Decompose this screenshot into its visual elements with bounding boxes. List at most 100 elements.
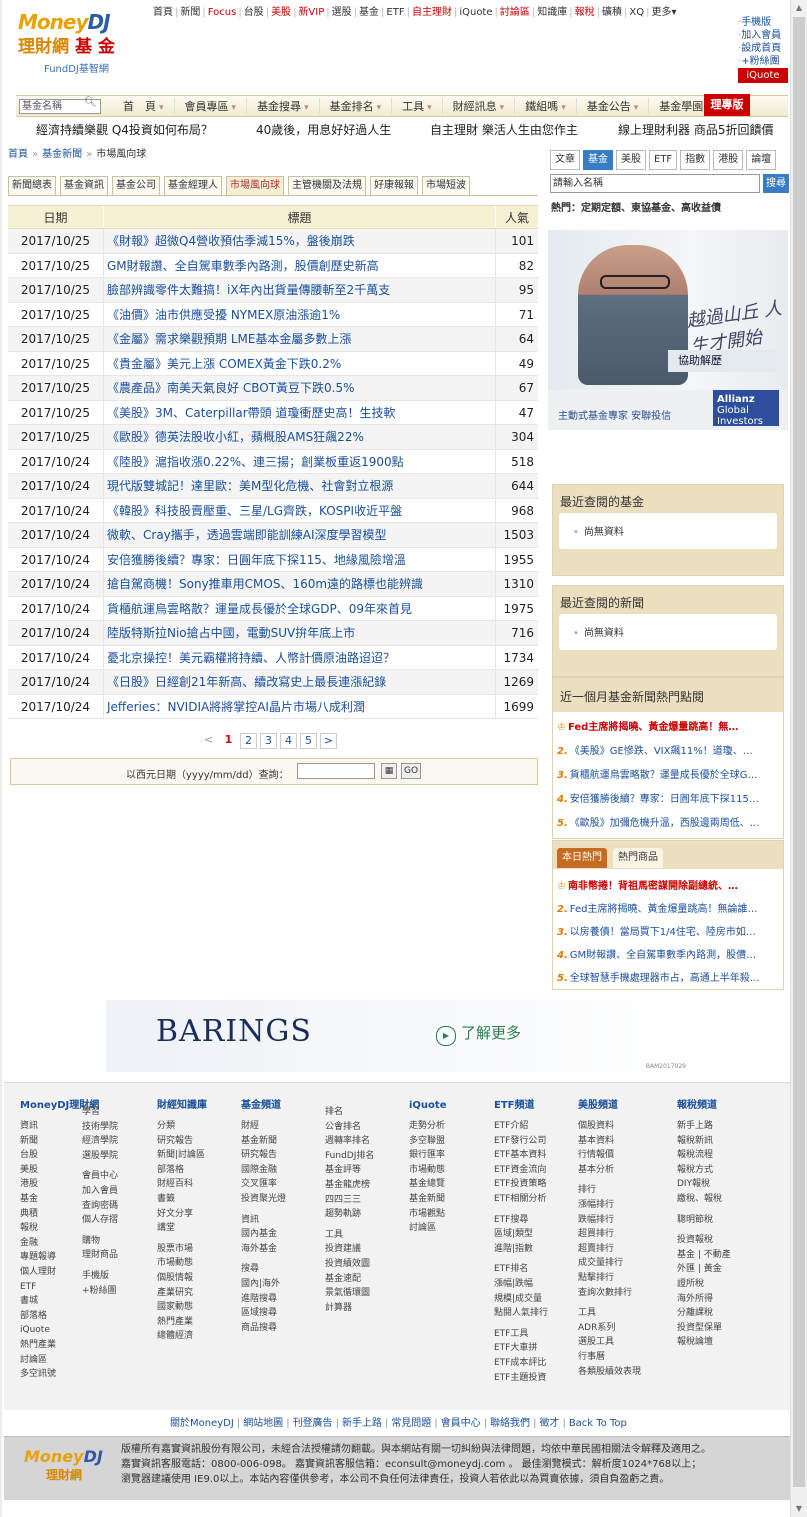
row-title-link[interactable]: 《韓股》科技股賣壓重、三星/LG齊跌，KOSPI收近平盤 <box>103 498 496 522</box>
footer-link[interactable]: ETF排名 <box>494 1262 548 1277</box>
footer-link[interactable]: 部落格 <box>157 1163 207 1178</box>
footer-link[interactable]: 漲幅排行 <box>578 1198 641 1213</box>
footer-link[interactable]: 查詢密碼 <box>82 1199 118 1214</box>
footer-link[interactable]: 繳稅、報稅 <box>677 1192 731 1207</box>
main-nav-item[interactable]: 工具 <box>392 98 443 114</box>
promo-link-4[interactable]: 線上理財利器 商品5折回饋價 <box>618 121 773 138</box>
footer-link[interactable]: iQuote <box>20 1323 99 1338</box>
tab-6[interactable]: 好康報報 <box>370 176 418 195</box>
footer-link[interactable]: 外匯 | 黃金 <box>677 1262 731 1277</box>
footer-column-title[interactable]: ETF頻道 <box>494 1099 548 1113</box>
hot-item-title[interactable]: 《歐股》加彌危機升溫，西股邊兩周低、… <box>570 818 760 829</box>
footer-link[interactable]: ETF成本評比 <box>494 1356 548 1371</box>
footer-link[interactable]: 點擊排行 <box>578 1271 641 1286</box>
footer-link[interactable]: 工具 <box>325 1228 374 1243</box>
footer-column-title[interactable]: iQuote <box>409 1099 446 1113</box>
footer-link[interactable]: 報稅方式 <box>677 1163 731 1178</box>
row-title-link[interactable]: 臉部辨識零件太難搞！iX年內出貨量傳腰斬至2千萬支 <box>103 278 496 302</box>
footer-link[interactable]: 聰明節稅 <box>677 1213 731 1228</box>
topnav-item[interactable]: 自主理財 <box>412 7 452 18</box>
pager-page[interactable]: 1 <box>220 733 237 749</box>
topnav-item[interactable]: 新VIP <box>298 7 324 18</box>
footer-link[interactable]: ETF工具 <box>494 1327 548 1342</box>
topnav-item[interactable]: 選股 <box>332 7 352 18</box>
footer-link[interactable]: 國際金融 <box>241 1163 286 1178</box>
topnav-item[interactable]: 更多▾ <box>652 7 677 18</box>
row-title-link[interactable]: 《財報》超微Q4營收預估季減15%，盤後崩跌 <box>103 229 496 253</box>
footer-column-title[interactable]: 財經知識庫 <box>157 1099 207 1113</box>
footer-link[interactable]: 跌幅排行 <box>578 1213 641 1228</box>
footer-bottom-link[interactable]: 關於MoneyDJ <box>170 1418 234 1429</box>
topnav-item[interactable]: 基金 <box>359 7 379 18</box>
hot-item[interactable]: 3. 以房養債！當局買下1/4住宅、陸房市如… <box>557 923 777 938</box>
footer-link[interactable]: 個股資料 <box>578 1119 641 1134</box>
footer-link[interactable]: 選股學院 <box>82 1149 118 1164</box>
footer-link[interactable]: 報稅新訊 <box>677 1134 731 1149</box>
footer-link[interactable]: 投資建議 <box>325 1242 374 1257</box>
topnav-item[interactable]: 新聞 <box>180 7 200 18</box>
footer-link[interactable]: 投資型保單 <box>677 1321 731 1336</box>
footer-link[interactable]: 進階|指數 <box>494 1242 548 1257</box>
fans-link[interactable]: +粉絲團 <box>738 55 781 68</box>
footer-link[interactable]: ETF相關分析 <box>494 1192 548 1207</box>
footer-link[interactable]: 投資聚光燈 <box>241 1192 286 1207</box>
pager-page[interactable]: 2 <box>240 733 257 749</box>
main-nav-item[interactable]: 財經訊息 <box>443 98 516 114</box>
hot-item-title[interactable]: 安倍獲勝後續？專家：日圓年底下探115… <box>570 794 759 805</box>
footer-link[interactable]: 海外基金 <box>241 1242 286 1257</box>
footer-link[interactable]: 選股工具 <box>578 1335 641 1350</box>
footer-link[interactable]: 行情報價 <box>578 1148 641 1163</box>
row-title-link[interactable]: 安倍獲勝後續？專家：日圓年底下探115、地緣風險增溫 <box>103 547 496 571</box>
footer-link[interactable]: 購物 <box>82 1234 118 1249</box>
footer-link[interactable]: 資訊 <box>241 1213 286 1228</box>
tab-2[interactable]: 基金公司 <box>112 176 160 195</box>
footer-link[interactable]: 熱門產業 <box>20 1338 99 1353</box>
footer-column-title[interactable]: 報稅頻道 <box>677 1099 731 1113</box>
learn-more-link[interactable]: 了解更多 <box>436 1022 521 1046</box>
tab-hot-products[interactable]: 熱門商品 <box>613 848 663 868</box>
main-nav-item[interactable]: 基金排名 <box>320 98 393 114</box>
footer-bottom-link[interactable]: 徵才 <box>539 1418 559 1429</box>
promo-link-3[interactable]: 自主理財 樂活人生由您作主 <box>430 121 578 138</box>
footer-link[interactable]: 基金新聞 <box>241 1134 286 1149</box>
footer-link[interactable]: 交叉匯率 <box>241 1177 286 1192</box>
right-search-button[interactable]: 搜尋 <box>763 174 789 193</box>
topnav-item[interactable]: Focus <box>208 7 237 18</box>
topnav-item[interactable]: 知識庫 <box>537 7 567 18</box>
footer-bottom-link[interactable]: 刊登廣告 <box>293 1418 333 1429</box>
mobile-link[interactable]: 手機版 <box>738 16 781 29</box>
hot-item[interactable]: 3. 貨櫃航運烏雲略散？運量成長優於全球G… <box>557 766 777 781</box>
hot-item-title[interactable]: 全球智慧手機處理器市占，高通上半年殺… <box>570 973 760 984</box>
row-title-link[interactable]: 《陸股》滬指收漲0.22%、連三揚；創業板重返1900點 <box>103 449 496 473</box>
main-nav-item[interactable]: 首 頁 <box>113 98 175 114</box>
footer-link[interactable]: 銀行匯率 <box>409 1148 446 1163</box>
promo-link-1[interactable]: 經濟持續樂觀 Q4投資如何布局？ <box>36 121 213 138</box>
footer-link[interactable]: 多空訊號 <box>20 1367 99 1382</box>
pager-page[interactable]: 3 <box>260 733 277 749</box>
footer-link[interactable]: 基金 | 不動產 <box>677 1248 731 1263</box>
tab-3[interactable]: 基金經理人 <box>164 176 222 195</box>
hot-item[interactable]: 2. Fed主席將揭曉、黃金爆量跳高！無論誰… <box>557 900 777 915</box>
footer-link[interactable]: 投資績效圖 <box>325 1257 374 1272</box>
right-tab[interactable]: 指數 <box>680 150 711 170</box>
allianz-ad[interactable]: 越過山丘 人生才開始 協助解歷 主動式基金專家 安聯投信 Allianz Glob… <box>548 230 788 430</box>
footer-link[interactable]: 基金龍虎榜 <box>325 1178 374 1193</box>
row-title-link[interactable]: 《金屬》需求樂觀預期 LME基本金屬多數上漲 <box>103 327 496 351</box>
footer-link[interactable]: 學習 <box>82 1105 118 1120</box>
footer-link[interactable]: 講堂 <box>157 1221 207 1236</box>
footer-link[interactable]: 報稅論壇 <box>677 1335 731 1350</box>
right-tab[interactable]: 基金 <box>583 150 613 170</box>
footer-link[interactable]: 規模|成交量 <box>494 1292 548 1307</box>
set-homepage-link[interactable]: 設成首頁 <box>738 42 781 55</box>
footer-link[interactable]: 基金評等 <box>325 1163 374 1178</box>
pager-prev[interactable]: < <box>200 733 217 749</box>
footer-link[interactable]: 經濟學院 <box>82 1134 118 1149</box>
footer-link[interactable]: ETF介紹 <box>494 1119 548 1134</box>
hot-item-title[interactable]: GM財報讚、全自駕車數季內路測，股價… <box>570 950 756 961</box>
footer-link[interactable]: ETF大車拼 <box>494 1341 548 1356</box>
footer-link[interactable]: 查詢次數排行 <box>578 1286 641 1301</box>
footer-link[interactable]: 基本分析 <box>578 1163 641 1178</box>
advisor-button[interactable]: 理專版 <box>704 94 750 116</box>
topnav-item[interactable]: iQuote <box>459 7 492 18</box>
footer-link[interactable]: 財經百科 <box>157 1177 207 1192</box>
